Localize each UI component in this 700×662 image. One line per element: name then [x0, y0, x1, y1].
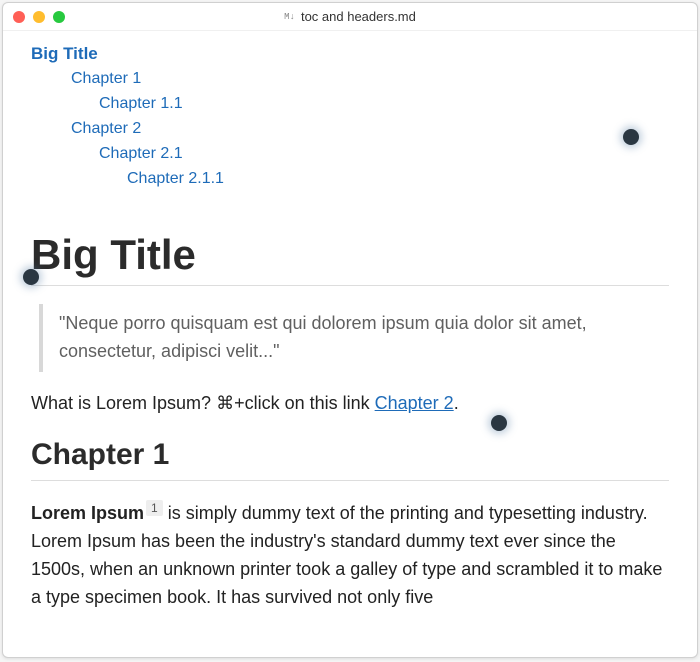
blockquote: "Neque porro quisquam est qui dolorem ip…: [39, 304, 669, 372]
annotation-dot-icon: [23, 269, 39, 285]
app-window: M↓ toc and headers.md Big Title Chapter …: [2, 2, 698, 658]
h2-chapter-1: Chapter 1: [31, 438, 669, 472]
toc-item[interactable]: Chapter 2: [31, 117, 669, 142]
intro-paragraph: What is Lorem Ipsum? ⌘+click on this lin…: [31, 390, 669, 418]
toc-item[interactable]: Chapter 1: [31, 67, 669, 92]
toc-link[interactable]: Chapter 1: [71, 70, 141, 87]
annotation-dot-icon: [623, 129, 639, 145]
para-strong: Lorem Ipsum: [31, 503, 144, 523]
toc-link[interactable]: Chapter 1.1: [99, 95, 183, 112]
toc-link[interactable]: Chapter 2: [71, 120, 141, 137]
titlebar: M↓ toc and headers.md: [3, 3, 697, 31]
footnote-ref[interactable]: 1: [146, 500, 163, 516]
toc-link[interactable]: Chapter 2.1: [99, 145, 183, 162]
markdown-file-icon: M↓: [284, 12, 295, 22]
annotation-dot-icon: [491, 415, 507, 431]
toc-root-link[interactable]: Big Title: [31, 44, 98, 63]
intro-link-chapter-2[interactable]: Chapter 2: [375, 393, 454, 413]
toc-link[interactable]: Chapter 2.1.1: [127, 170, 224, 187]
h1-big-title: Big Title: [31, 231, 669, 279]
document-content: Big Title Chapter 1 Chapter 1.1 Chapter …: [3, 31, 697, 657]
window-title: toc and headers.md: [301, 9, 416, 24]
intro-text: What is Lorem Ipsum? ⌘+click on this lin…: [31, 393, 375, 413]
close-window-button[interactable]: [13, 11, 25, 23]
toc-item[interactable]: Chapter 2.1: [31, 142, 669, 167]
chapter-1-paragraph: Lorem Ipsum1 is simply dummy text of the…: [31, 499, 669, 612]
maximize-window-button[interactable]: [53, 11, 65, 23]
table-of-contents: Big Title Chapter 1 Chapter 1.1 Chapter …: [31, 41, 669, 191]
window-title-wrap: M↓ toc and headers.md: [3, 9, 697, 24]
intro-suffix: .: [454, 393, 459, 413]
toc-item[interactable]: Chapter 2.1.1: [31, 167, 669, 192]
toc-root[interactable]: Big Title: [31, 41, 669, 67]
toc-item[interactable]: Chapter 1.1: [31, 92, 669, 117]
heading-rule: [31, 285, 669, 286]
traffic-lights: [13, 11, 65, 23]
heading-rule: [31, 480, 669, 481]
minimize-window-button[interactable]: [33, 11, 45, 23]
